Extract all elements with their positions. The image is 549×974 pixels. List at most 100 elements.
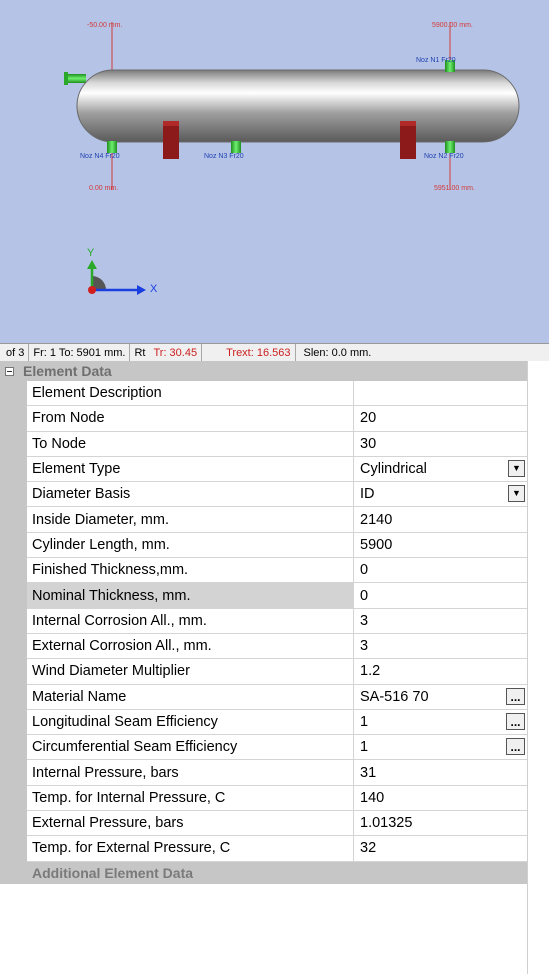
external-pressure-field[interactable]: 1.01325 xyxy=(354,811,527,837)
grid-row[interactable]: Cylinder Length, mm. 5900 xyxy=(0,532,527,559)
grid-row[interactable]: Temp. for Internal Pressure, C 140 xyxy=(0,785,527,812)
external-corrosion-field[interactable]: 3 xyxy=(354,634,527,660)
status-bar: of 3 Fr: 1 To: 5901 mm. Rt Tr: 30.45 Tre… xyxy=(0,343,549,363)
nozzle-bottom-right xyxy=(445,141,455,153)
axis-y-label: Y xyxy=(87,247,95,259)
row-label: Internal Corrosion All., mm. xyxy=(27,608,354,634)
nozzle-label-n3: Noz N3 Fr20 xyxy=(204,153,244,160)
row-label: From Node xyxy=(27,406,354,432)
material-name-field[interactable]: SA-516 70 ... xyxy=(354,685,527,710)
grid-row[interactable]: Internal Corrosion All., mm. 3 xyxy=(0,608,527,634)
row-label: Material Name xyxy=(27,684,354,710)
nominal-thickness-field[interactable]: 0 xyxy=(354,583,527,609)
finished-thickness-field[interactable]: 0 xyxy=(354,558,527,584)
material-name-value: SA-516 70 xyxy=(360,688,429,705)
element-description-field[interactable] xyxy=(354,381,527,407)
nozzle-bottom-left xyxy=(107,141,117,153)
dimension-label-top-left: -50.00 mm. xyxy=(87,22,123,29)
grid-row[interactable]: Longitudinal Seam Efficiency 1 ... xyxy=(0,709,527,736)
diameter-basis-select[interactable]: ID ▼ xyxy=(354,482,527,508)
inside-diameter-field[interactable]: 2140 xyxy=(354,507,527,533)
vessel-shell xyxy=(76,69,520,143)
saddle-left xyxy=(163,121,179,159)
dimension-label-bottom-right: 5951.00 mm. xyxy=(434,185,475,192)
row-label: Finished Thickness,mm. xyxy=(27,558,354,584)
axis-triad-icon xyxy=(87,260,146,295)
row-label: Longitudinal Seam Efficiency xyxy=(27,709,354,736)
row-label: Temp. for External Pressure, C xyxy=(27,836,354,862)
row-label: Nominal Thickness, mm. xyxy=(27,583,354,609)
from-node-field[interactable]: 20 xyxy=(354,406,527,432)
nozzle-label-n4: Noz N4 Fr20 xyxy=(80,153,120,160)
nozzle-label-n1: Noz N1 Fr20 xyxy=(416,57,456,64)
longitudinal-seam-efficiency-field[interactable]: 1 ... xyxy=(354,710,527,736)
grid-row[interactable]: To Node 30 xyxy=(0,431,527,457)
diameter-basis-value: ID xyxy=(360,486,375,503)
saddle-right xyxy=(400,121,416,159)
circumferential-seam-browse-button[interactable]: ... xyxy=(506,738,525,756)
dropdown-arrow-icon[interactable]: ▼ xyxy=(508,485,525,503)
grid-row[interactable]: Temp. for External Pressure, C 32 xyxy=(0,836,527,862)
row-label: Diameter Basis xyxy=(27,482,354,508)
row-label: Cylinder Length, mm. xyxy=(27,532,354,559)
row-label: Element Type xyxy=(27,456,354,483)
row-label: Inside Diameter, mm. xyxy=(27,507,354,533)
row-label: External Corrosion All., mm. xyxy=(27,633,354,660)
grid-row[interactable]: From Node 20 xyxy=(0,406,527,432)
vertical-scrollbar[interactable] xyxy=(527,361,549,974)
internal-pressure-field[interactable]: 31 xyxy=(354,760,527,786)
dimension-label-top-right: 5900.00 mm. xyxy=(432,22,473,29)
nozzle-left xyxy=(66,74,86,83)
collapse-icon[interactable] xyxy=(5,366,14,376)
status-tr: Tr: 30.45 xyxy=(149,344,203,362)
grid-row[interactable]: Internal Pressure, bars 31 xyxy=(0,760,527,786)
status-rt: Rt xyxy=(134,347,146,359)
vessel-drawing xyxy=(64,22,520,295)
row-label: Wind Diameter Multiplier xyxy=(27,659,354,685)
status-from-to: Fr: 1 To: 5901 mm. xyxy=(29,344,131,362)
row-label: To Node xyxy=(27,431,354,457)
external-pressure-temp-field[interactable]: 32 xyxy=(354,836,527,862)
internal-corrosion-field[interactable]: 3 xyxy=(354,609,527,634)
element-type-select[interactable]: Cylindrical ▼ xyxy=(354,457,527,483)
grid-row[interactable]: Wind Diameter Multiplier 1.2 xyxy=(0,659,527,685)
grid-row[interactable]: Material Name SA-516 70 ... xyxy=(0,684,527,710)
dimension-label-bottom-left: 0.00 mm. xyxy=(89,185,119,192)
circumferential-seam-efficiency-field[interactable]: 1 ... xyxy=(354,735,527,761)
grid-row[interactable]: External Corrosion All., mm. 3 xyxy=(0,633,527,660)
model-viewport[interactable]: -50.00 mm. 5900.00 mm. 0.00 mm. 5951.00 … xyxy=(0,0,549,343)
grid-row[interactable]: Element Type Cylindrical ▼ xyxy=(0,456,527,483)
material-browse-button[interactable]: ... xyxy=(506,687,525,705)
to-node-field[interactable]: 30 xyxy=(354,432,527,457)
status-slen: Slen: 0.0 mm. xyxy=(303,347,372,359)
grid-row[interactable]: Circumferential Seam Efficiency 1 ... xyxy=(0,735,527,761)
longitudinal-seam-efficiency-value: 1 xyxy=(360,714,369,730)
row-label: Element Description xyxy=(27,381,354,407)
grid-row-selected[interactable]: Nominal Thickness, mm. 0 xyxy=(0,583,527,609)
grid-row[interactable]: External Pressure, bars 1.01325 xyxy=(0,811,527,837)
nozzle-bottom-mid xyxy=(231,141,241,153)
grid-row[interactable]: Inside Diameter, mm. 2140 xyxy=(0,507,527,533)
element-type-value: Cylindrical xyxy=(360,461,427,478)
status-page: of 3 xyxy=(0,344,30,362)
grid-row[interactable]: Element Description xyxy=(0,381,527,407)
longitudinal-seam-browse-button[interactable]: ... xyxy=(506,712,525,730)
section-element-data[interactable]: Element Data xyxy=(0,361,527,381)
section-title: Element Data xyxy=(23,363,112,379)
status-trext: Trext: 16.563 xyxy=(202,344,296,362)
cylinder-length-field[interactable]: 5900 xyxy=(354,533,527,559)
axis-x-label: X xyxy=(150,283,158,295)
section-additional-element-data[interactable]: Additional Element Data xyxy=(0,861,527,884)
dropdown-arrow-icon[interactable]: ▼ xyxy=(508,459,525,477)
wind-diameter-multiplier-field[interactable]: 1.2 xyxy=(354,659,527,685)
row-label: Temp. for Internal Pressure, C xyxy=(27,785,354,812)
grid-row[interactable]: Finished Thickness,mm. 0 xyxy=(0,558,527,584)
internal-pressure-temp-field[interactable]: 140 xyxy=(354,786,527,812)
property-grid: Element Data Element Description From No… xyxy=(0,361,527,884)
row-label: External Pressure, bars xyxy=(27,811,354,837)
circumferential-seam-efficiency-value: 1 xyxy=(360,739,369,756)
row-label: Circumferential Seam Efficiency xyxy=(27,735,354,761)
nozzle-label-n2: Noz N2 Fr20 xyxy=(424,153,464,160)
grid-row[interactable]: Diameter Basis ID ▼ xyxy=(0,482,527,508)
row-label: Internal Pressure, bars xyxy=(27,760,354,786)
